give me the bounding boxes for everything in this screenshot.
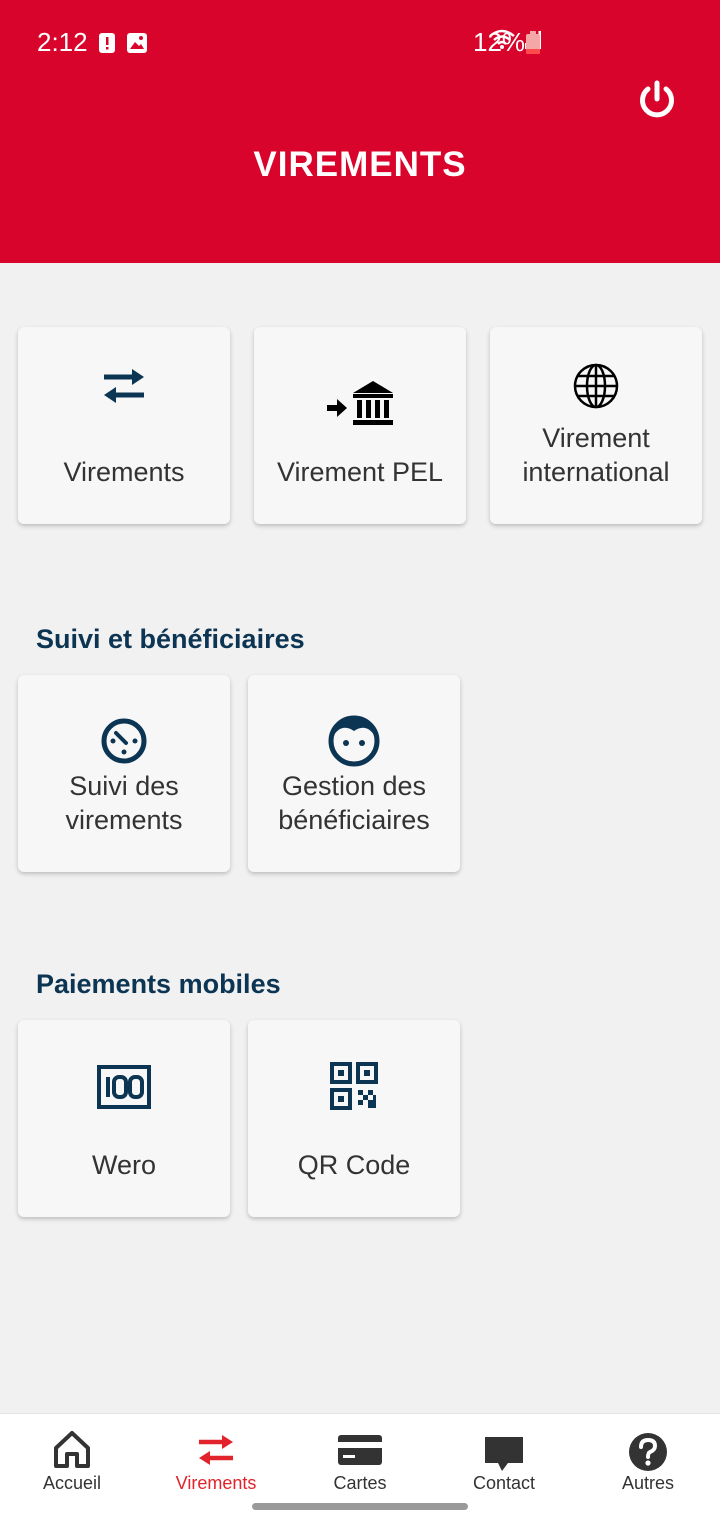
alert-notification-icon [99,33,115,53]
app-header: 2:12 12% VIREMENTS [0,0,720,263]
virements-card[interactable]: Virements [18,327,230,524]
face-icon [328,715,380,767]
card-label: Virements [63,457,185,487]
nav-item-autres[interactable]: Autres [576,1414,720,1514]
wero-card[interactable]: Wero [18,1020,230,1217]
arrows-transfer-icon [199,1435,233,1465]
card-label: Suivi des virements [65,771,183,835]
battery-percent: 12% [473,27,526,57]
nav-item-virements[interactable]: Virements [144,1414,288,1514]
nav-item-accueil[interactable]: Accueil [0,1414,144,1514]
gestion-beneficiaires-card[interactable]: Gestion des bénéficiaires [248,675,460,872]
card-label: Virement PEL [276,457,444,487]
timer-icon [101,718,147,764]
card-label: Wero [91,1150,157,1180]
nav-item-contact[interactable]: Contact [432,1414,576,1514]
wero-icon [97,1065,151,1109]
arrows-transfer-icon [104,369,144,403]
nav-item-cartes[interactable]: Cartes [288,1414,432,1514]
card-label: Gestion des bénéficiaires [278,771,430,835]
suivi-virements-card[interactable]: Suivi des virements [18,675,230,872]
nav-label: Contact [472,1473,536,1493]
section-title-paiements: Paiements mobiles [36,969,281,999]
virement-pel-card[interactable]: Virement PEL [254,327,466,524]
nav-label: Accueil [42,1473,102,1493]
home-icon [54,1431,90,1468]
nav-label: Virements [175,1473,257,1493]
qr-code-icon [330,1062,378,1110]
power-icon[interactable] [636,79,678,121]
card-icon [338,1435,382,1465]
qr-code-card[interactable]: QR Code [248,1020,460,1217]
nav-label: Cartes [333,1473,387,1493]
status-bar: 2:12 12% [0,0,720,86]
card-label: Virement international [522,423,670,487]
virement-international-card[interactable]: Virement international [490,327,702,524]
globe-icon [573,363,619,409]
section-title-suivi: Suivi et bénéficiaires [36,624,305,654]
help-icon [629,1433,667,1471]
status-time: 2:12 [37,27,88,57]
battery-icon [526,31,540,54]
home-indicator[interactable] [252,1503,468,1510]
chat-icon [485,1437,523,1471]
bank-arrow-icon [327,381,393,425]
nav-label: Autres [621,1473,675,1493]
image-notification-icon [127,33,147,53]
status-notification-icons [98,32,148,54]
page-title: VIREMENTS [253,145,467,184]
card-label: QR Code [297,1150,411,1180]
